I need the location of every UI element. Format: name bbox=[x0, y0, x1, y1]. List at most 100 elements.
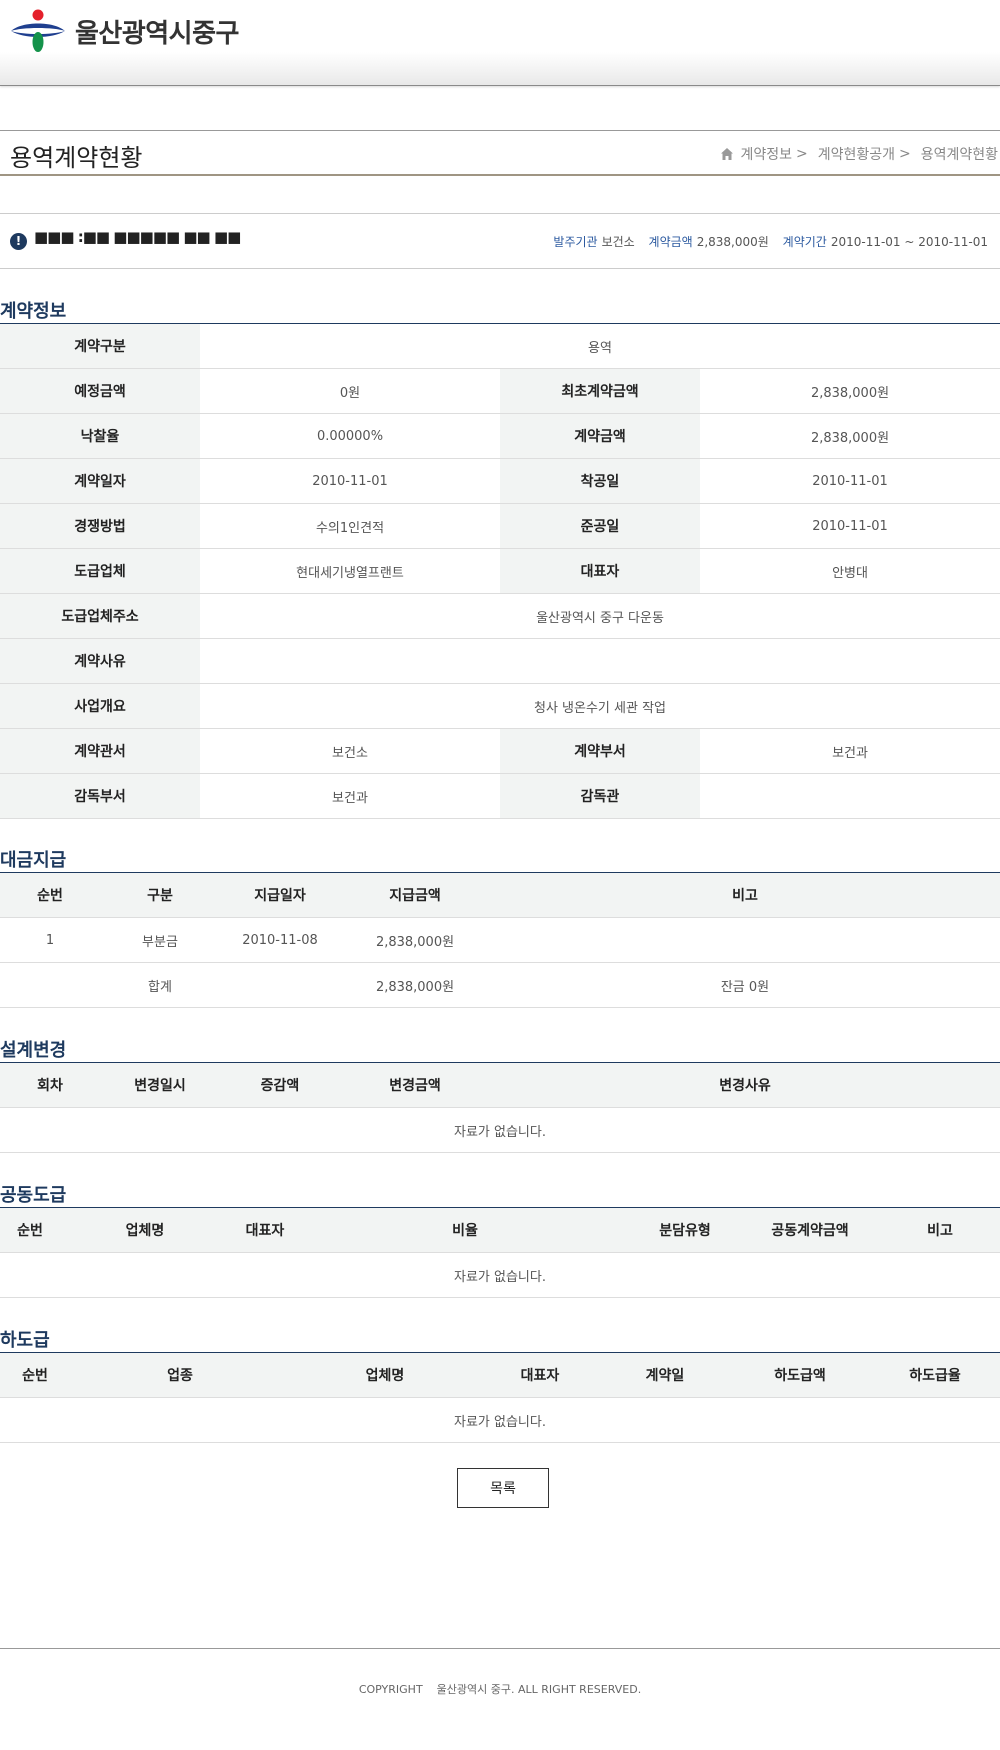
column-header: 업체명 bbox=[60, 1207, 230, 1253]
column-header: 지급일자 bbox=[220, 872, 340, 918]
column-header: 대표자 bbox=[480, 1352, 600, 1398]
empty-message: 자료가 없습니다. bbox=[0, 1252, 1000, 1298]
row-label: 사업개요 bbox=[0, 683, 200, 729]
list-button[interactable]: 목록 bbox=[457, 1468, 549, 1508]
column-header: 지급금액 bbox=[340, 872, 490, 918]
district-logo-icon[interactable] bbox=[10, 9, 66, 53]
column-header: 구분 bbox=[100, 872, 220, 918]
table-header-row: 순번 구분 지급일자 지급금액 비고 bbox=[0, 872, 1000, 918]
breadcrumb-separator: > bbox=[898, 146, 911, 162]
amount-value: 2,838,000원 bbox=[696, 235, 769, 249]
empty-row: 자료가 없습니다. bbox=[0, 1397, 1000, 1443]
column-header: 순번 bbox=[0, 872, 100, 918]
site-logo-text[interactable]: 울산광역시중구 bbox=[75, 13, 239, 50]
row-value bbox=[700, 773, 1000, 819]
table-row: 낙찰율 0.00000% 계약금액 2,838,000원 bbox=[0, 413, 1000, 459]
row-value: 2010-11-01 bbox=[700, 458, 1000, 504]
section-title-subcontract: 하도급 bbox=[0, 1330, 50, 1351]
contract-summary: ! ■■■ :■■ ■■■■■ ■■ ■■ 발주기관 보건소 계약금액 2,838,… bbox=[0, 213, 1000, 269]
row-value: 보건과 bbox=[200, 773, 500, 819]
table-row: 계약사유 bbox=[0, 638, 1000, 684]
row-value: 2,838,000원 bbox=[700, 413, 1000, 459]
column-header: 분담유형 bbox=[630, 1207, 740, 1253]
row-value: 0.00000% bbox=[200, 413, 500, 459]
site-header: 울산광역시중구 bbox=[0, 0, 1000, 86]
row-label: 감독부서 bbox=[0, 773, 200, 819]
row-value: 보건과 bbox=[700, 728, 1000, 774]
empty-row: 자료가 없습니다. bbox=[0, 1252, 1000, 1298]
column-header: 공동계약금액 bbox=[740, 1207, 880, 1253]
total-amount: 2,838,000원 bbox=[340, 962, 490, 1008]
row-value: 수의1인견적 bbox=[200, 503, 500, 549]
row-label: 예정금액 bbox=[0, 368, 200, 414]
column-header: 비율 bbox=[300, 1207, 630, 1253]
column-header: 순번 bbox=[0, 1207, 60, 1253]
row-label: 계약일자 bbox=[0, 458, 200, 504]
page-title-bar: 용역계약현황 계약정보 > 계약현황공개 > 용역계약현황 bbox=[0, 130, 1000, 176]
page-title: 용역계약현황 bbox=[10, 144, 143, 172]
contract-meta: 발주기관 보건소 계약금액 2,838,000원 계약기간 2010-11-01 ~ … bbox=[553, 233, 988, 250]
section-title-payment: 대금지급 bbox=[0, 850, 67, 871]
row-label: 감독관 bbox=[500, 773, 700, 819]
row-value: 보건소 bbox=[200, 728, 500, 774]
agency-label: 발주기관 bbox=[553, 235, 598, 249]
joint-contract-table: 순번 업체명 대표자 비율 분담유형 공동계약금액 비고 자료가 없습니다. bbox=[0, 1207, 1000, 1298]
site-footer: COPYRIGHT 울산광역시 중구. ALL RIGHT RESERVED. bbox=[0, 1648, 1000, 1750]
breadcrumb-separator: > bbox=[795, 146, 808, 162]
breadcrumb-item-contract-status[interactable]: 계약현황공개 bbox=[818, 144, 895, 164]
row-label: 도급업체주소 bbox=[0, 593, 200, 639]
design-change-table: 회차 변경일시 증감액 변경금액 변경사유 자료가 없습니다. bbox=[0, 1062, 1000, 1153]
row-label: 착공일 bbox=[500, 458, 700, 504]
table-row: 계약구분 용역 bbox=[0, 323, 1000, 369]
table-row: 감독부서 보건과 감독관 bbox=[0, 773, 1000, 819]
table-row: 예정금액 0원 최초계약금액 2,838,000원 bbox=[0, 368, 1000, 414]
table-cell bbox=[490, 917, 1000, 963]
row-value: 2010-11-01 bbox=[700, 503, 1000, 549]
copyright-label: COPYRIGHT bbox=[358, 1683, 423, 1696]
row-label: 준공일 bbox=[500, 503, 700, 549]
copyright-text: 울산광역시 중구. ALL RIGHT RESERVED. bbox=[436, 1683, 642, 1696]
table-row: 도급업체 현대세기냉열프랜트 대표자 안병대 bbox=[0, 548, 1000, 594]
table-cell: 부분금 bbox=[100, 917, 220, 963]
row-value: 용역 bbox=[200, 323, 1000, 369]
row-value: 안병대 bbox=[700, 548, 1000, 594]
row-value bbox=[200, 638, 1000, 684]
empty-row: 자료가 없습니다. bbox=[0, 1107, 1000, 1153]
row-label: 계약구분 bbox=[0, 323, 200, 369]
column-header: 변경일시 bbox=[100, 1062, 220, 1108]
total-note: 잔금 0원 bbox=[490, 962, 1000, 1008]
breadcrumb-item-service-contract[interactable]: 용역계약현황 bbox=[921, 144, 998, 164]
row-label: 도급업체 bbox=[0, 548, 200, 594]
column-header: 대표자 bbox=[230, 1207, 300, 1253]
row-value: 2010-11-01 bbox=[200, 458, 500, 504]
row-value: 현대세기냉열프랜트 bbox=[200, 548, 500, 594]
row-label: 계약사유 bbox=[0, 638, 200, 684]
table-row: 경쟁방법 수의1인견적 준공일 2010-11-01 bbox=[0, 503, 1000, 549]
empty-message: 자료가 없습니다. bbox=[0, 1107, 1000, 1153]
column-header: 비고 bbox=[880, 1207, 1000, 1253]
table-cell: 2,838,000원 bbox=[340, 917, 490, 963]
column-header: 순번 bbox=[0, 1352, 70, 1398]
table-header-row: 순번 업종 업체명 대표자 계약일 하도급액 하도급율 bbox=[0, 1352, 1000, 1398]
row-value: 0원 bbox=[200, 368, 500, 414]
breadcrumb-item-contract-info[interactable]: 계약정보 bbox=[740, 144, 792, 164]
row-label: 낙찰율 bbox=[0, 413, 200, 459]
table-header-row: 순번 업체명 대표자 비율 분담유형 공동계약금액 비고 bbox=[0, 1207, 1000, 1253]
row-value: 울산광역시 중구 다운동 bbox=[200, 593, 1000, 639]
column-header: 변경사유 bbox=[490, 1062, 1000, 1108]
table-cell: 2010-11-08 bbox=[220, 917, 340, 963]
breadcrumb: 계약정보 > 계약현황공개 > 용역계약현황 bbox=[720, 144, 998, 164]
table-cell bbox=[0, 962, 100, 1008]
home-icon[interactable] bbox=[720, 147, 734, 161]
column-header: 하도급액 bbox=[730, 1352, 870, 1398]
table-row: 계약일자 2010-11-01 착공일 2010-11-01 bbox=[0, 458, 1000, 504]
row-label: 계약관서 bbox=[0, 728, 200, 774]
column-header: 증감액 bbox=[220, 1062, 340, 1108]
contract-info-table: 계약구분 용역 예정금액 0원 최초계약금액 2,838,000원 낙찰율 0.… bbox=[0, 323, 1000, 819]
table-row: 계약관서 보건소 계약부서 보건과 bbox=[0, 728, 1000, 774]
copyright: COPYRIGHT 울산광역시 중구. ALL RIGHT RESERVED. bbox=[0, 1681, 1000, 1697]
row-label: 대표자 bbox=[500, 548, 700, 594]
row-value: 2,838,000원 bbox=[700, 368, 1000, 414]
table-cell bbox=[220, 962, 340, 1008]
total-label: 합계 bbox=[100, 962, 220, 1008]
